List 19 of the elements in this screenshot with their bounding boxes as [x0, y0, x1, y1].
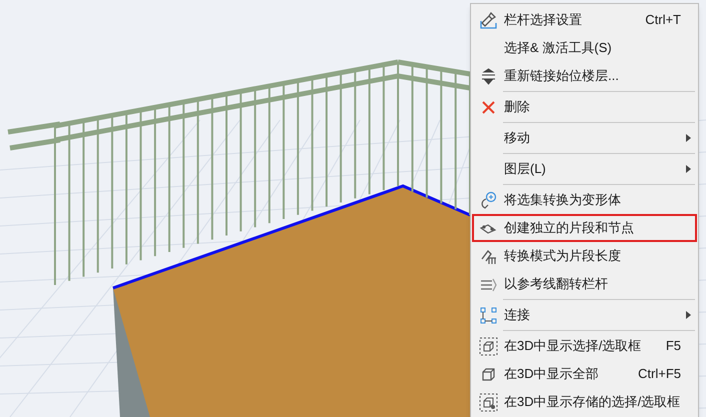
menu-item[interactable]: 在3D中显示存储的选择/选取框 — [472, 388, 697, 416]
menu-item[interactable]: 连接 — [472, 301, 697, 329]
menu-item[interactable]: 创建独立的片段和节点 — [472, 214, 697, 242]
connection-icon — [479, 306, 498, 324]
menu-item[interactable]: 选择& 激活工具(S) — [472, 34, 697, 62]
menu-item[interactable]: 转换模式为片段长度 — [472, 242, 697, 270]
menu-item[interactable]: 栏杆选择设置 Ctrl+T — [472, 6, 697, 34]
menu-item[interactable]: 重新链接始位楼层... — [472, 62, 697, 90]
cube-selection-icon — [479, 392, 498, 412]
menu-item[interactable]: 将选集转换为变形体 — [472, 186, 697, 214]
add-shape-icon — [479, 190, 498, 210]
level-icon — [479, 66, 498, 86]
cube-selection-icon — [479, 336, 498, 356]
menu-item[interactable]: 在3D中显示选择/选取框 F5 — [472, 332, 697, 360]
menu-item[interactable]: 在3D中显示全部 Ctrl+F5 — [472, 360, 697, 388]
menu-item[interactable]: 图层(L) — [472, 155, 697, 183]
menu-item[interactable]: 移动 — [472, 124, 697, 152]
menu-item[interactable]: 删除 — [472, 93, 697, 121]
menu-item[interactable]: 以参考线翻转栏杆 — [472, 270, 697, 298]
